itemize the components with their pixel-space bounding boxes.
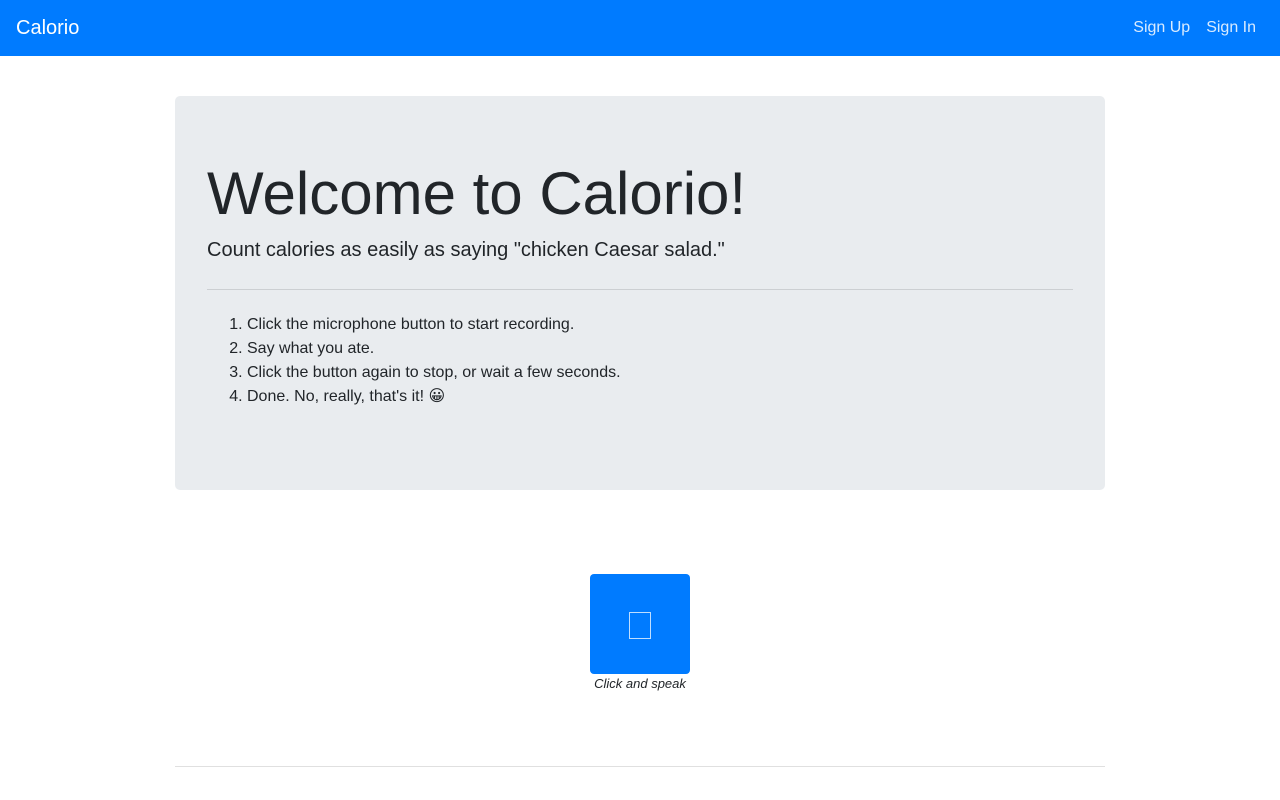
step-item: Say what you ate.: [247, 337, 621, 361]
step-item: Done. No, really, that's it! 😀: [247, 385, 621, 409]
microphone-button[interactable]: [590, 574, 690, 674]
instruction-steps: Click the microphone button to start rec…: [207, 313, 621, 409]
sign-up-link[interactable]: Sign Up: [1133, 17, 1190, 39]
welcome-title: Welcome to Calorio!: [207, 160, 747, 227]
recorder-caption: Click and speak: [594, 676, 686, 691]
welcome-lead: Count calories as easily as saying "chic…: [207, 239, 725, 261]
step-item: Click the microphone button to start rec…: [247, 313, 621, 337]
jumbotron-divider: [207, 289, 1073, 290]
nav-links: Sign Up Sign In: [1133, 17, 1256, 39]
footer-divider: [175, 766, 1105, 767]
brand-link[interactable]: Calorio: [16, 15, 79, 41]
welcome-jumbotron: Welcome to Calorio! Count calories as ea…: [175, 96, 1105, 490]
microphone-icon: [629, 612, 651, 639]
sign-in-link[interactable]: Sign In: [1206, 17, 1256, 39]
top-navbar: Calorio Sign Up Sign In: [0, 0, 1280, 56]
step-item: Click the button again to stop, or wait …: [247, 361, 621, 385]
recorder: Click and speak: [540, 574, 740, 692]
